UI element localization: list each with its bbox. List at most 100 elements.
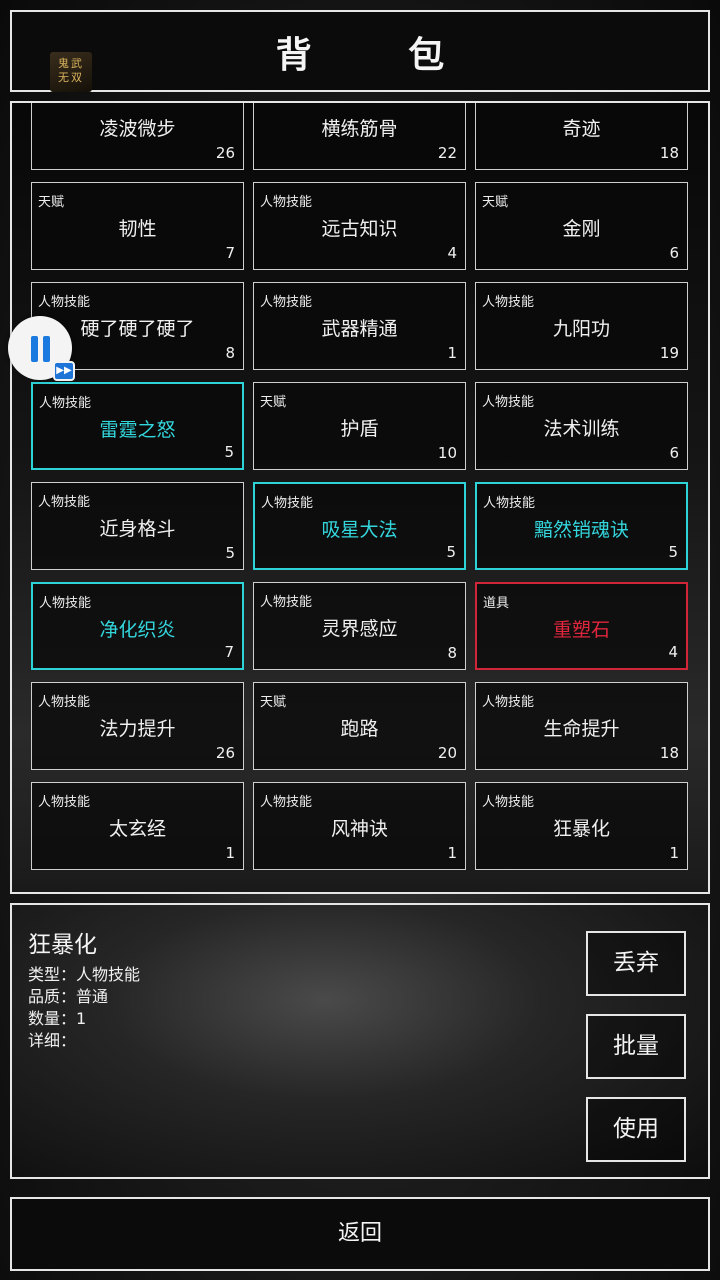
item-count: 6	[669, 244, 679, 262]
inventory-item[interactable]: 天赋 金刚 6	[475, 182, 688, 270]
item-name: 远古知识	[321, 218, 398, 240]
item-name: 武器精通	[321, 318, 398, 340]
inventory-item[interactable]: 人物技能 雷霆之怒 5	[31, 382, 244, 470]
item-type-label: 人物技能	[38, 495, 91, 510]
item-count: 8	[447, 644, 457, 662]
item-name: 生命提升	[543, 718, 620, 740]
item-count: 6	[669, 444, 679, 462]
detail-count: 数量：1	[28, 1009, 87, 1028]
item-name: 狂暴化	[552, 818, 610, 840]
item-count: 5	[225, 544, 235, 562]
inventory-item[interactable]: 人物技能风神诀 1	[253, 782, 466, 870]
item-count: 19	[659, 344, 679, 362]
item-name: 法术训练	[543, 418, 620, 440]
item-count: 7	[224, 643, 234, 661]
pause-icon-bar	[43, 336, 50, 362]
item-type-label: 人物技能	[483, 496, 536, 511]
fast-forward-icon[interactable]: ▶▶	[53, 361, 75, 381]
header-bar: 鬼武 无双 背 包	[10, 10, 710, 92]
page-title: 背 包	[275, 35, 487, 76]
item-name: 重塑石	[552, 619, 610, 641]
item-name: 灵界感应	[321, 618, 398, 640]
item-count: 10	[437, 444, 457, 462]
item-name: 法力提升	[99, 718, 176, 740]
detail-description: 详细：	[28, 1031, 77, 1050]
item-type-label: 人物技能	[260, 595, 313, 610]
inventory-item[interactable]: 横练筋骨 22	[253, 103, 466, 170]
item-name: 跑路	[340, 718, 379, 740]
item-count: 5	[446, 543, 456, 561]
item-count: 18	[659, 144, 679, 162]
inventory-item[interactable]: 人物技能 吸星大法 5	[253, 482, 466, 570]
detail-item-name: 狂暴化	[28, 932, 97, 958]
inventory-item[interactable]: 天赋护盾 10	[253, 382, 466, 470]
item-type-label: 人物技能	[39, 396, 92, 411]
item-name: 横练筋骨	[321, 118, 398, 140]
item-type-label: 人物技能	[260, 195, 313, 210]
detail-quality: 品质：普通	[28, 987, 109, 1006]
item-type-label: 人物技能	[482, 295, 535, 310]
item-name: 韧性	[118, 218, 157, 240]
inventory-item[interactable]: 奇迹 18	[475, 103, 688, 170]
item-count: 26	[215, 744, 235, 762]
inventory-item[interactable]: 天赋韧性 7	[31, 182, 244, 270]
inventory-item[interactable]: 人物技能 灵界感应 8	[253, 582, 466, 670]
discard-button[interactable]: 丢弃	[586, 931, 686, 996]
item-name: 黯然销魂诀	[533, 519, 629, 541]
item-name: 奇迹	[562, 118, 601, 140]
inventory-item[interactable]: 人物技能 武器精通 1	[253, 282, 466, 370]
batch-button[interactable]: 批量	[586, 1014, 686, 1079]
item-count: 1	[447, 344, 457, 362]
item-name: 太玄经	[108, 818, 166, 840]
inventory-item[interactable]: 人物技能 净化织炎 7	[31, 582, 244, 670]
use-button[interactable]: 使用	[586, 1097, 686, 1162]
inventory-item[interactable]: 人物技能太玄经 1	[31, 782, 244, 870]
item-type-label: 天赋	[260, 395, 287, 410]
item-type-label: 人物技能	[482, 695, 535, 710]
inventory-item[interactable]: 人物技能 远古知识 4	[253, 182, 466, 270]
item-count: 18	[659, 744, 679, 762]
back-button[interactable]: 返回	[10, 1197, 710, 1271]
item-count: 8	[225, 344, 235, 362]
item-name: 近身格斗	[99, 518, 176, 540]
item-name: 护盾	[340, 418, 379, 440]
item-count: 5	[224, 443, 234, 461]
item-name: 九阳功	[552, 318, 610, 340]
inventory-item[interactable]: 人物技能 狂暴化 1	[475, 782, 688, 870]
inventory-item[interactable]: 道具 重塑石 4	[475, 582, 688, 670]
inventory-item[interactable]: 人物技能 法力提升 26	[31, 682, 244, 770]
item-name: 吸星大法	[321, 519, 398, 541]
detail-type: 类型：人物技能	[28, 965, 141, 984]
item-name: 风神诀	[330, 818, 388, 840]
inventory-item[interactable]: 人物技能九阳功 19	[475, 282, 688, 370]
item-count: 26	[215, 144, 235, 162]
item-type-label: 天赋	[38, 195, 65, 210]
item-count: 4	[447, 244, 457, 262]
item-type-label: 人物技能	[260, 795, 313, 810]
item-type-label: 人物技能	[261, 496, 314, 511]
item-name: 金刚	[562, 218, 601, 240]
item-count: 1	[225, 844, 235, 862]
item-count: 7	[225, 244, 235, 262]
item-type-label: 人物技能	[38, 295, 91, 310]
item-type-label: 人物技能	[482, 795, 535, 810]
item-detail-panel: 狂暴化 类型：人物技能 品质：普通 数量：1 详细： 丢弃 批量 使用	[10, 903, 710, 1179]
item-type-label: 人物技能	[260, 295, 313, 310]
inventory-item[interactable]: 凌波微步 26	[31, 103, 244, 170]
inventory-item[interactable]: 人物技能 法术训练 6	[475, 382, 688, 470]
inventory-item[interactable]: 人物技能黯然销魂诀 5	[475, 482, 688, 570]
inventory-item[interactable]: 人物技能 近身格斗 5	[31, 482, 244, 570]
inventory-item[interactable]: 人物技能 生命提升 18	[475, 682, 688, 770]
item-name: 雷霆之怒	[99, 419, 176, 441]
item-count: 20	[437, 744, 457, 762]
item-count: 22	[437, 144, 457, 162]
inventory-panel[interactable]: 凌波微步 26 横练筋骨 22 奇迹 18 天赋 韧性 7 人物技能 远古知识 4 天赋 金刚 6 人物技能硬…	[10, 101, 710, 894]
pause-icon	[31, 336, 38, 362]
item-type-label: 人物技能	[38, 795, 91, 810]
item-count: 1	[447, 844, 457, 862]
item-count: 5	[668, 543, 678, 561]
item-name: 净化织炎	[99, 619, 176, 641]
item-name: 凌波微步	[99, 118, 176, 140]
item-type-label: 人物技能	[39, 596, 92, 611]
inventory-item[interactable]: 天赋 跑路 20	[253, 682, 466, 770]
